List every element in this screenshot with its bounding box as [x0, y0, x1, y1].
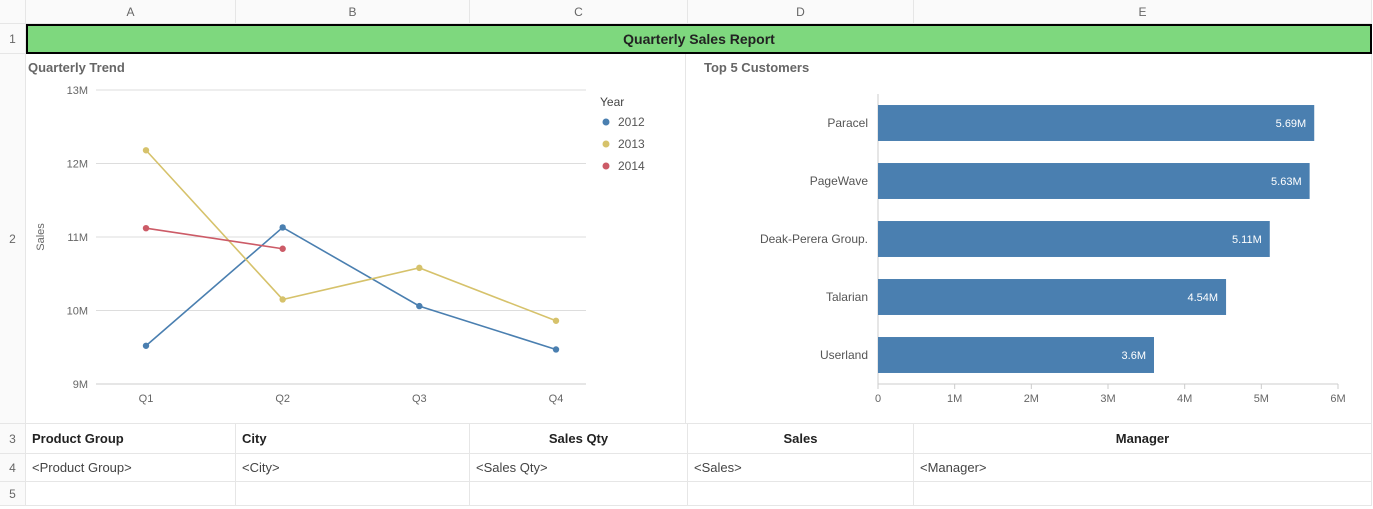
- bar-chart-svg: 0 1M 2M 3M 4M 5M 6M Paracel 5.69M PageWave 5.63M De…: [688, 54, 1368, 424]
- svg-text:4M: 4M: [1177, 393, 1192, 405]
- svg-text:9M: 9M: [73, 379, 88, 391]
- row-header-1[interactable]: 1: [0, 24, 26, 54]
- svg-text:12M: 12M: [67, 159, 88, 171]
- empty-cell[interactable]: [470, 482, 688, 506]
- hdr-sales[interactable]: Sales: [688, 424, 913, 453]
- row-header-2[interactable]: 2: [0, 54, 26, 424]
- svg-text:11M: 11M: [67, 232, 88, 244]
- svg-text:2012: 2012: [618, 115, 645, 129]
- col-header-D[interactable]: D: [688, 0, 914, 24]
- svg-text:3.6M: 3.6M: [1122, 350, 1146, 362]
- svg-text:PageWave: PageWave: [810, 174, 869, 188]
- col-header-B[interactable]: B: [236, 0, 470, 24]
- ph-sales-qty[interactable]: <Sales Qty>: [470, 454, 687, 481]
- svg-text:6M: 6M: [1330, 393, 1345, 405]
- spreadsheet-grid[interactable]: A B C D E 1 Quarterly Sales Report 2 Qua…: [0, 0, 1373, 506]
- svg-text:Q1: Q1: [139, 393, 154, 405]
- line-chart-svg: 9M 10M 11M 12M 13M Q1 Q2 Q3 Q4 Sales Year 2012 2013 2…: [26, 54, 686, 424]
- ph-product-group[interactable]: <Product Group>: [26, 454, 235, 481]
- row-header-4[interactable]: 4: [0, 454, 26, 482]
- svg-text:5.11M: 5.11M: [1232, 234, 1262, 246]
- ph-manager[interactable]: <Manager>: [914, 454, 1371, 481]
- svg-text:Userland: Userland: [820, 348, 868, 362]
- ph-sales[interactable]: <Sales>: [688, 454, 913, 481]
- hdr-product-group[interactable]: Product Group: [26, 424, 235, 453]
- col-header-E[interactable]: E: [914, 0, 1372, 24]
- svg-text:4.54M: 4.54M: [1187, 292, 1218, 304]
- chart-title-trend: Quarterly Trend: [26, 54, 127, 75]
- svg-text:3M: 3M: [1100, 393, 1115, 405]
- svg-text:Q2: Q2: [275, 393, 290, 405]
- empty-cell[interactable]: [236, 482, 470, 506]
- chart-title-customers: Top 5 Customers: [702, 54, 811, 75]
- svg-text:Paracel: Paracel: [827, 116, 868, 130]
- svg-text:Year: Year: [600, 95, 624, 109]
- svg-text:2013: 2013: [618, 137, 645, 151]
- top-customers-chart[interactable]: Top 5 Customers 0 1M 2M 3M 4M 5M 6M Paracel 5.69…: [688, 54, 1371, 423]
- svg-text:5.69M: 5.69M: [1276, 118, 1307, 130]
- svg-text:Sales: Sales: [35, 223, 47, 251]
- svg-text:10M: 10M: [67, 306, 88, 318]
- ph-city[interactable]: <City>: [236, 454, 469, 481]
- svg-text:2014: 2014: [618, 159, 645, 173]
- report-title-cell[interactable]: Quarterly Sales Report: [26, 24, 1372, 54]
- svg-text:13M: 13M: [67, 85, 88, 97]
- svg-text:Q3: Q3: [412, 393, 427, 405]
- report-title: Quarterly Sales Report: [623, 31, 775, 47]
- svg-text:Deak-Perera Group.: Deak-Perera Group.: [760, 232, 868, 246]
- row-header-3[interactable]: 3: [0, 424, 26, 454]
- svg-text:5M: 5M: [1254, 393, 1269, 405]
- sheet-corner[interactable]: [0, 0, 26, 24]
- svg-text:Talarian: Talarian: [826, 290, 868, 304]
- col-header-A[interactable]: A: [26, 0, 236, 24]
- col-header-C[interactable]: C: [470, 0, 688, 24]
- svg-text:1M: 1M: [947, 393, 962, 405]
- hdr-city[interactable]: City: [236, 424, 469, 453]
- svg-text:5.63M: 5.63M: [1271, 176, 1302, 188]
- svg-text:0: 0: [875, 393, 881, 405]
- empty-cell[interactable]: [26, 482, 236, 506]
- hdr-manager[interactable]: Manager: [914, 424, 1371, 453]
- row-header-5[interactable]: 5: [0, 482, 26, 506]
- svg-text:Q4: Q4: [549, 393, 564, 405]
- hdr-sales-qty[interactable]: Sales Qty: [470, 424, 687, 453]
- empty-cell[interactable]: [914, 482, 1372, 506]
- svg-text:2M: 2M: [1024, 393, 1039, 405]
- quarterly-trend-chart[interactable]: Quarterly Trend 9M 10M 11M 12M 13M Q1 Q2 Q3 Q4 Sa…: [26, 54, 686, 423]
- empty-cell[interactable]: [688, 482, 914, 506]
